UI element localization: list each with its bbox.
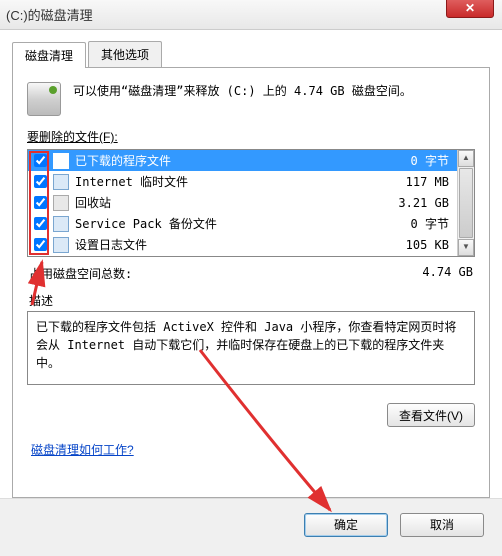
tab-other-options[interactable]: 其他选项 <box>88 41 162 67</box>
file-row[interactable]: Internet 临时文件117 MB <box>28 171 457 192</box>
close-button[interactable]: ✕ <box>446 0 494 18</box>
view-files-button[interactable]: 查看文件(V) <box>387 403 475 427</box>
file-name: Internet 临时文件 <box>75 173 383 190</box>
total-value: 4.74 GB <box>422 265 473 282</box>
file-type-icon <box>53 216 69 232</box>
intro-row: 可以使用“磁盘清理”来释放 (C:) 上的 4.74 GB 磁盘空间。 <box>27 82 475 116</box>
window-titlebar: (C:)的磁盘清理 ✕ <box>0 0 502 30</box>
tab-panel: 可以使用“磁盘清理”来释放 (C:) 上的 4.74 GB 磁盘空间。 要删除的… <box>12 68 490 498</box>
file-checkbox[interactable] <box>34 238 47 251</box>
scrollbar[interactable]: ▲ ▼ <box>457 150 474 256</box>
file-row[interactable]: 设置日志文件105 KB <box>28 234 457 255</box>
dialog-footer: 确定 取消 <box>0 498 502 550</box>
scroll-up-button[interactable]: ▲ <box>458 150 474 167</box>
file-size: 105 KB <box>383 238 453 252</box>
description-label: 描述 <box>29 292 475 309</box>
file-checkbox[interactable] <box>34 196 47 209</box>
files-to-delete-label: 要删除的文件(F): <box>27 128 475 145</box>
file-type-icon <box>53 153 69 169</box>
file-type-icon <box>53 195 69 211</box>
file-list: 已下载的程序文件0 字节Internet 临时文件117 MB回收站3.21 G… <box>27 149 475 257</box>
scroll-thumb[interactable] <box>459 168 473 238</box>
cancel-button[interactable]: 取消 <box>400 513 484 537</box>
tab-disk-cleanup[interactable]: 磁盘清理 <box>12 42 86 68</box>
file-type-icon <box>53 237 69 253</box>
file-row[interactable]: 回收站3.21 GB <box>28 192 457 213</box>
how-disk-cleanup-works-link[interactable]: 磁盘清理如何工作? <box>31 441 134 458</box>
file-row[interactable]: 已下载的程序文件0 字节 <box>28 150 457 171</box>
file-name: Service Pack 备份文件 <box>75 215 383 232</box>
description-box: 已下载的程序文件包括 ActiveX 控件和 Java 小程序，你查看特定网页时… <box>27 311 475 385</box>
tab-strip: 磁盘清理 其他选项 <box>12 41 490 68</box>
file-checkbox[interactable] <box>34 154 47 167</box>
file-name: 回收站 <box>75 194 383 211</box>
file-size: 0 字节 <box>383 152 453 169</box>
total-label: 占用磁盘空间总数: <box>29 265 422 282</box>
file-checkbox[interactable] <box>34 217 47 230</box>
intro-text: 可以使用“磁盘清理”来释放 (C:) 上的 4.74 GB 磁盘空间。 <box>73 82 412 116</box>
file-type-icon <box>53 174 69 190</box>
drive-cleanup-icon <box>27 82 61 116</box>
total-row: 占用磁盘空间总数: 4.74 GB <box>29 265 473 282</box>
file-size: 117 MB <box>383 175 453 189</box>
file-size: 0 字节 <box>383 215 453 232</box>
ok-button[interactable]: 确定 <box>304 513 388 537</box>
file-name: 已下载的程序文件 <box>75 152 383 169</box>
file-checkbox[interactable] <box>34 175 47 188</box>
dialog-content: 磁盘清理 其他选项 可以使用“磁盘清理”来释放 (C:) 上的 4.74 GB … <box>0 30 502 498</box>
window-title: (C:)的磁盘清理 <box>6 5 496 24</box>
file-size: 3.21 GB <box>383 196 453 210</box>
scroll-down-button[interactable]: ▼ <box>458 239 474 256</box>
file-name: 设置日志文件 <box>75 236 383 253</box>
file-row[interactable]: Service Pack 备份文件0 字节 <box>28 213 457 234</box>
